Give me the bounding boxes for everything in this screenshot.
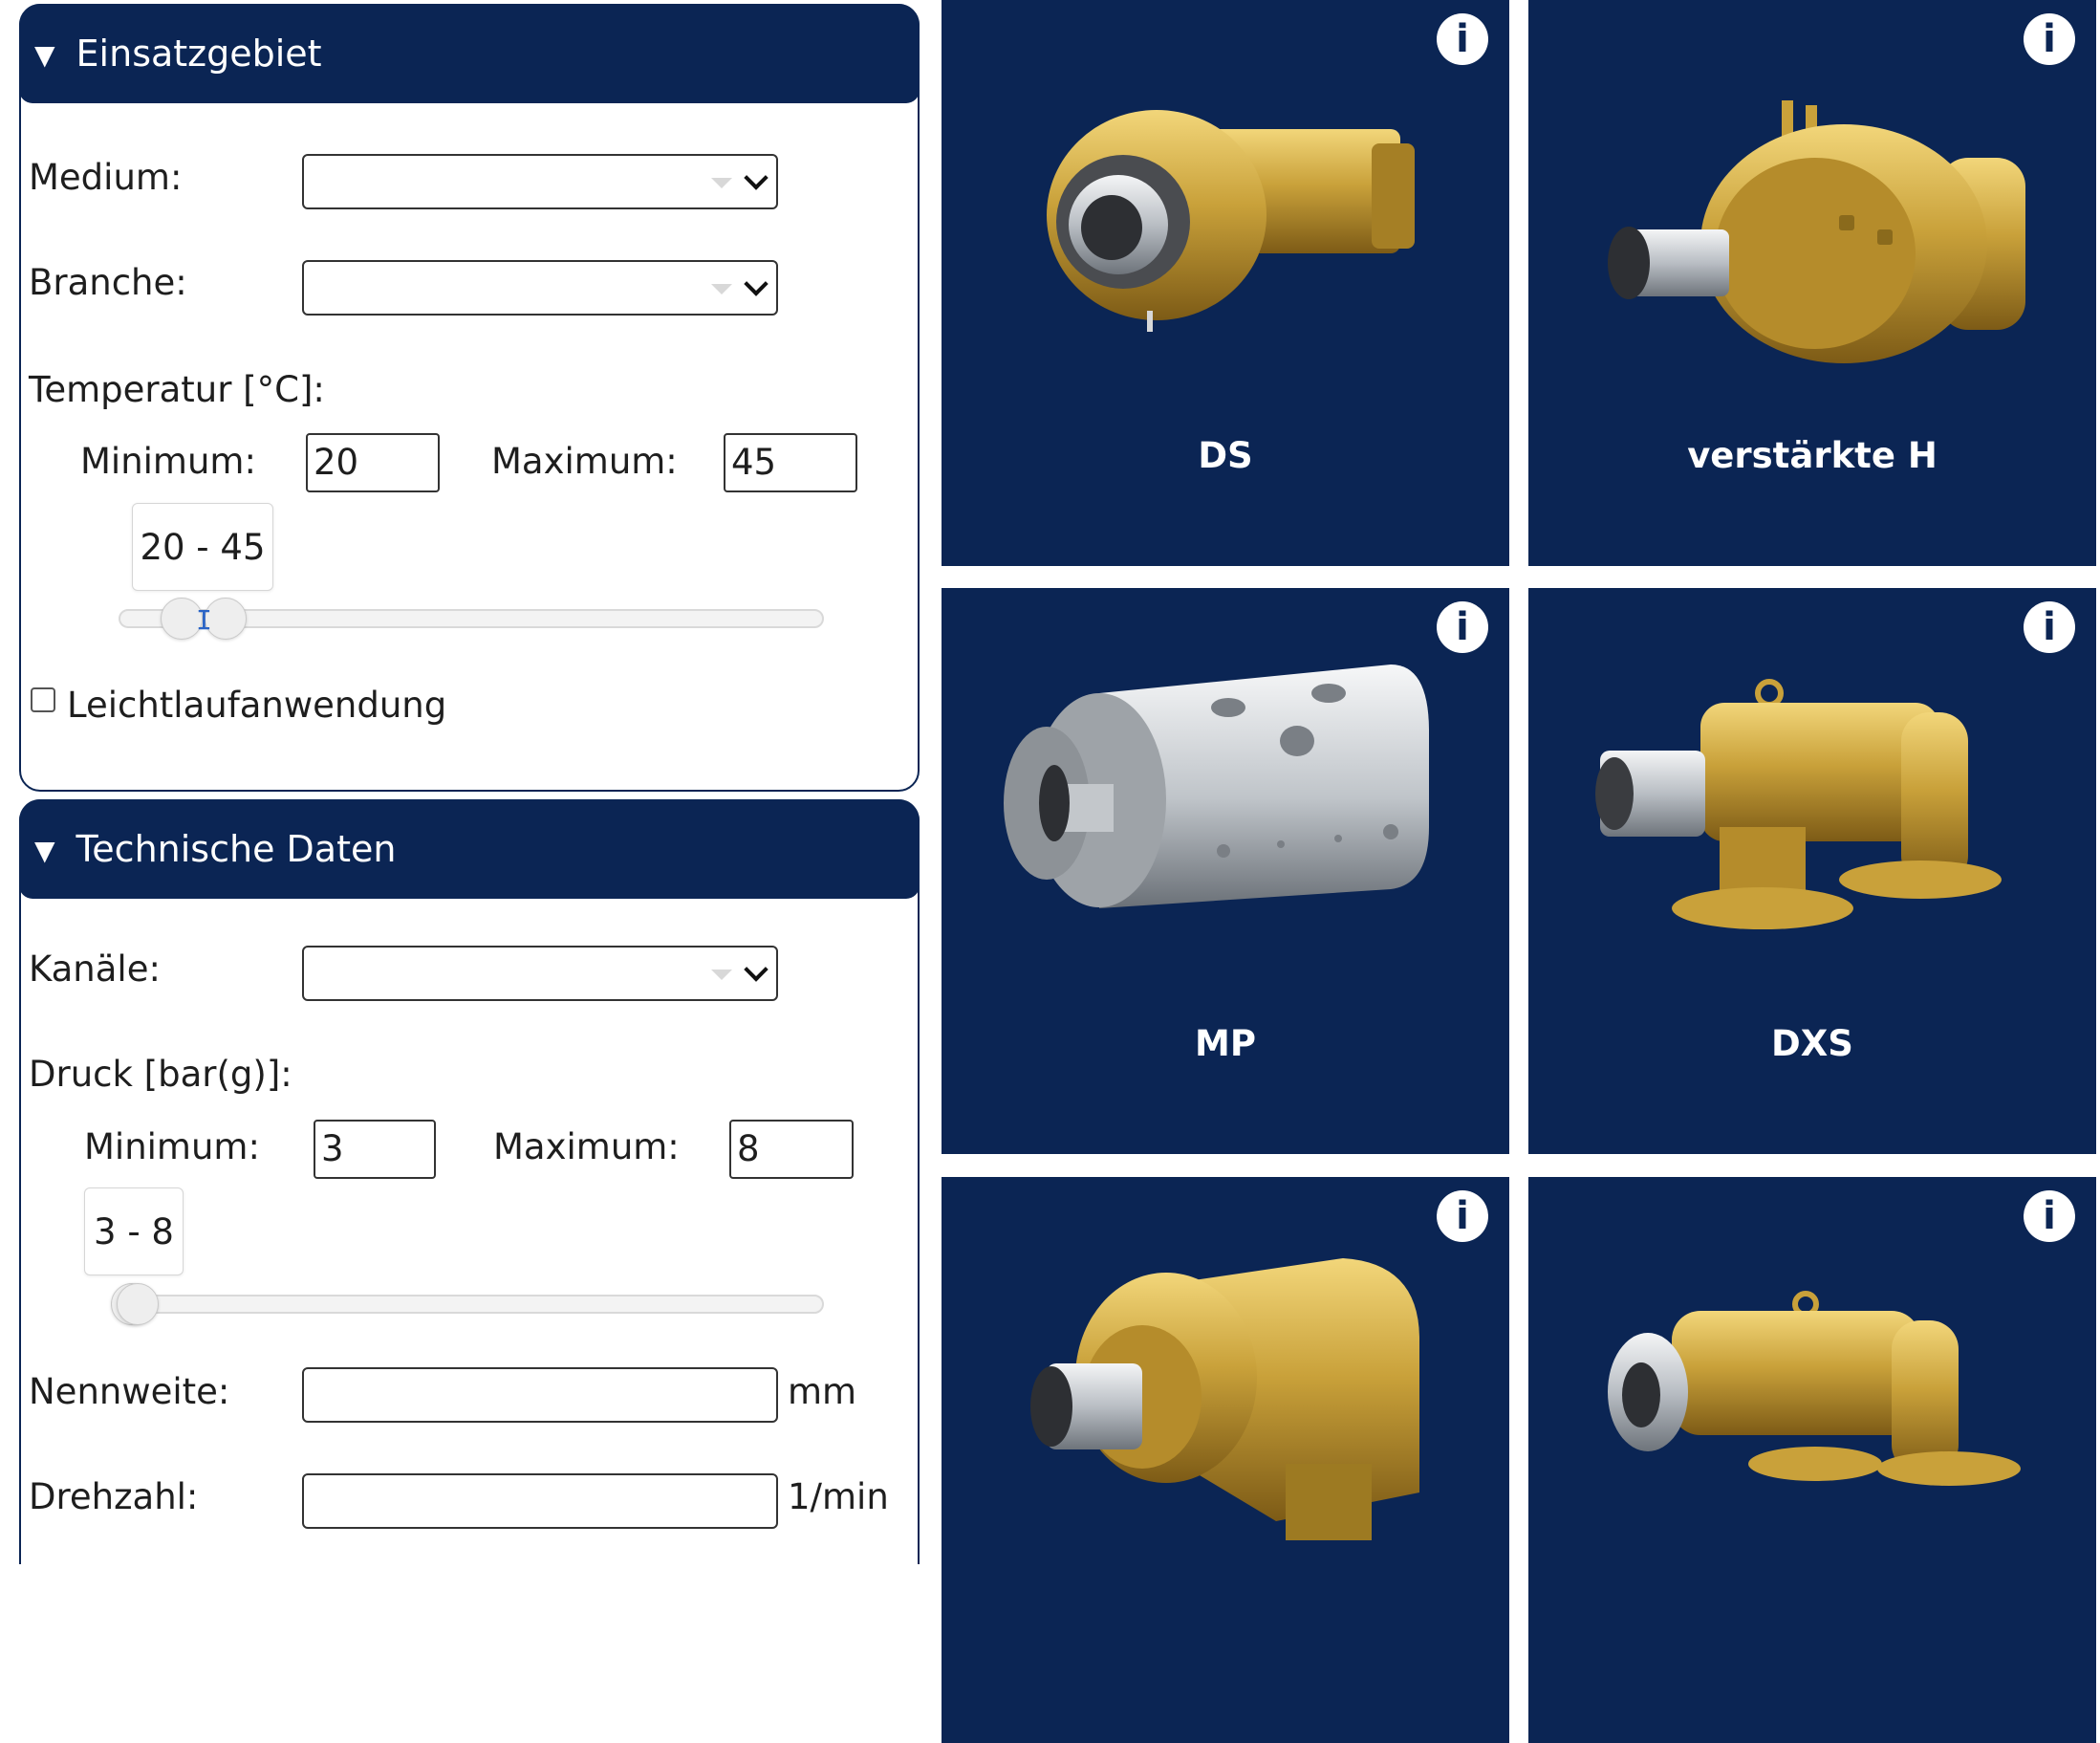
placeholder-arrow-icon [711,970,732,980]
nennweite-label: Nennweite: [29,1371,230,1412]
product-card-5[interactable]: i [942,1177,1509,1743]
collapse-triangle-icon: ▼ [34,38,55,71]
technische-daten-title: Technische Daten [76,828,397,870]
swivel-joint-image [1030,1258,1419,1540]
medium-label: Medium: [29,157,183,198]
branche-select[interactable] [302,260,778,316]
product-name: DS [1198,435,1253,476]
info-icon[interactable]: i [1437,13,1488,65]
einsatzgebiet-header[interactable]: ▼ Einsatzgebiet [19,4,920,103]
temp-range-tooltip: 20 - 45 [132,503,273,591]
chevron-down-icon [744,272,769,296]
druck-range-slider[interactable] [111,1295,824,1314]
nennweite-input[interactable] [302,1367,778,1423]
info-icon[interactable]: i [1437,1190,1488,1242]
druck-max-label: Maximum: [493,1126,680,1167]
chevron-down-icon [744,957,769,982]
product-card-ds[interactable]: i DS [942,0,1509,566]
druck-max-handle[interactable] [117,1283,159,1325]
product-name: MP [1195,1023,1256,1064]
technische-daten-header[interactable]: ▼ Technische Daten [19,799,920,899]
collapse-triangle-icon: ▼ [34,834,55,866]
branche-label: Branche: [29,262,187,303]
technische-daten-panel: ▼ Technische Daten Kanäle: Druck [bar(g)… [19,799,920,1564]
leichtlauf-label[interactable]: Leichtlaufanwendung [67,685,446,726]
swivel-joint-dxs-image [1595,679,2002,929]
text-cursor-icon: I [196,604,212,636]
product-name: DXS [1771,1023,1853,1064]
placeholder-arrow-icon [711,284,732,294]
temp-min-input[interactable]: 20 [306,433,440,492]
info-icon[interactable]: i [1437,601,1488,653]
druck-max-input[interactable]: 8 [729,1120,854,1179]
chevron-down-icon [744,165,769,190]
medium-select[interactable] [302,154,778,209]
druck-label: Druck [bar(g)]: [29,1054,292,1095]
temp-max-input[interactable]: 45 [724,433,857,492]
info-icon[interactable]: i [2024,1190,2075,1242]
product-card-verstaerkte-h[interactable]: i verstärkte H [1528,0,2096,566]
temp-min-label: Minimum: [80,441,256,482]
swivel-joint-mp-image [1004,665,1429,908]
swivel-joint-image [1608,1291,2021,1486]
info-icon[interactable]: i [2024,13,2075,65]
placeholder-arrow-icon [711,178,732,188]
product-card-6[interactable]: i [1528,1177,2096,1743]
product-card-mp[interactable]: i MP [942,588,1509,1154]
druck-min-input[interactable]: 3 [314,1120,436,1179]
einsatzgebiet-title: Einsatzgebiet [76,33,322,75]
nennweite-unit: mm [788,1371,857,1412]
product-name: verstärkte H [1687,435,1938,476]
kanaele-select[interactable] [302,946,778,1001]
temp-max-label: Maximum: [491,441,678,482]
drehzahl-unit: 1/min [788,1476,889,1517]
einsatzgebiet-panel: ▼ Einsatzgebiet Medium: Branche: Tempera… [19,4,920,792]
kanaele-label: Kanäle: [29,948,161,990]
leichtlauf-checkbox[interactable] [31,687,55,712]
drehzahl-label: Drehzahl: [29,1476,199,1517]
swivel-joint-verstaerkte-h-image [1608,100,2025,363]
temperatur-label: Temperatur [°C]: [29,369,325,410]
swivel-joint-ds-image [1047,110,1415,332]
drehzahl-input[interactable] [302,1473,778,1529]
product-card-dxs[interactable]: i DXS [1528,588,2096,1154]
druck-range-tooltip: 3 - 8 [84,1187,184,1275]
druck-min-label: Minimum: [84,1126,260,1167]
info-icon[interactable]: i [2024,601,2075,653]
